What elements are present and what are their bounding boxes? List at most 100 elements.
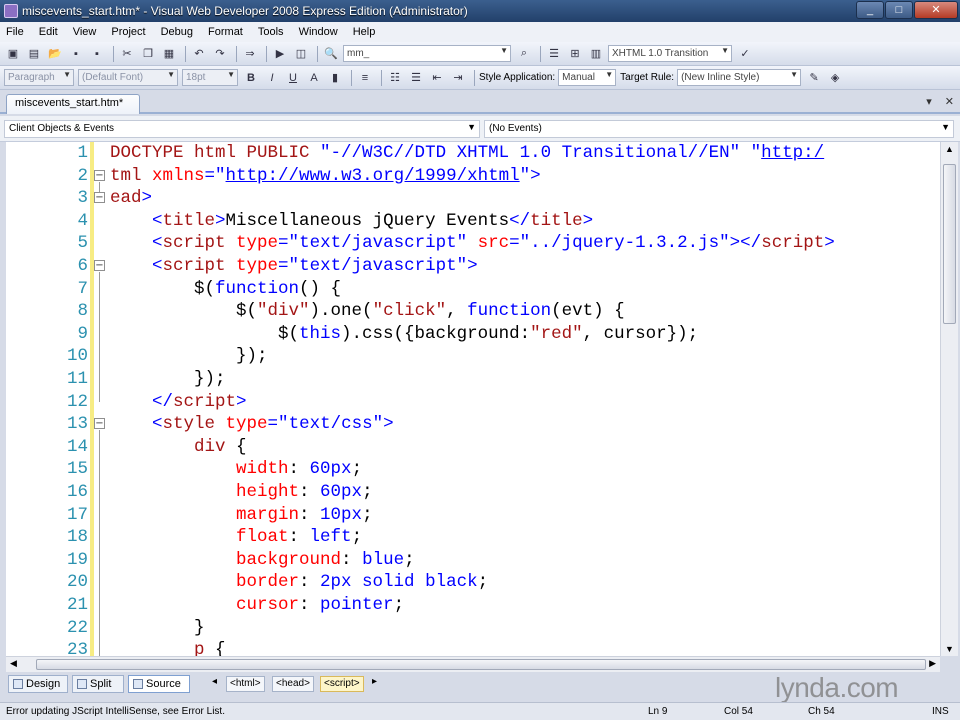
- menu-format[interactable]: Format: [208, 26, 243, 38]
- doctype-combo[interactable]: XHTML 1.0 Transition ▼: [608, 45, 732, 62]
- collapse-icon[interactable]: −: [94, 418, 105, 430]
- code-line[interactable]: 22 }: [6, 617, 944, 640]
- line-number: 1: [77, 143, 88, 163]
- scroll-up-icon[interactable]: ▲: [945, 144, 954, 154]
- horizontal-scrollbar[interactable]: ◀ ▶: [6, 656, 940, 672]
- scroll-down-icon[interactable]: ▼: [945, 644, 954, 654]
- undo-icon[interactable]: ↶: [190, 46, 208, 62]
- client-objects-combo[interactable]: Client Objects & Events ▼: [4, 120, 480, 138]
- properties-icon[interactable]: ☰: [545, 46, 563, 62]
- code-line[interactable]: 18 float: left;: [6, 526, 944, 549]
- close-button[interactable]: ✕: [914, 1, 958, 19]
- code-line[interactable]: 13− <style type="text/css">: [6, 413, 944, 436]
- align-icon[interactable]: ≡: [356, 70, 374, 86]
- outdent-icon[interactable]: ⇤: [428, 70, 446, 86]
- start-debug-icon[interactable]: ▶: [271, 46, 289, 62]
- code-line[interactable]: 3− ead>: [6, 187, 944, 210]
- font-color-icon[interactable]: A: [305, 70, 323, 86]
- code-line[interactable]: 7 $(function() {: [6, 278, 944, 301]
- save-icon[interactable]: ▪: [67, 46, 85, 62]
- save-all-icon[interactable]: ▪: [88, 46, 106, 62]
- menu-debug[interactable]: Debug: [161, 26, 193, 38]
- tab-design[interactable]: Design: [8, 675, 68, 693]
- code-line[interactable]: 6− <script type="text/javascript">: [6, 255, 944, 278]
- numbered-list-icon[interactable]: ☷: [386, 70, 404, 86]
- scroll-right-icon[interactable]: ▶: [929, 658, 936, 669]
- italic-icon[interactable]: I: [263, 70, 281, 86]
- collapse-icon[interactable]: −: [94, 192, 105, 204]
- font-size-combo[interactable]: 18pt ▼: [182, 69, 238, 86]
- code-line[interactable]: 21 cursor: pointer;: [6, 594, 944, 617]
- find-in-files-icon[interactable]: ⌕: [515, 46, 533, 62]
- code-line[interactable]: 23 p {: [6, 639, 944, 656]
- close-document-icon[interactable]: ✕: [945, 96, 954, 108]
- navigate-icon[interactable]: ⇒: [241, 46, 259, 62]
- menu-window[interactable]: Window: [299, 26, 338, 38]
- menu-tools[interactable]: Tools: [258, 26, 284, 38]
- paste-icon[interactable]: ▦: [160, 46, 178, 62]
- code-line[interactable]: 8 $("div").one("click", function(evt) {: [6, 300, 944, 323]
- redo-icon[interactable]: ↷: [211, 46, 229, 62]
- menu-project[interactable]: Project: [111, 26, 145, 38]
- code-line[interactable]: 12 </script>: [6, 391, 944, 414]
- vertical-scroll-thumb[interactable]: [943, 164, 956, 324]
- breadcrumb-back-icon[interactable]: ◂: [212, 676, 217, 687]
- breadcrumb-html[interactable]: <html>: [226, 676, 265, 692]
- add-item-icon[interactable]: ▤: [25, 46, 43, 62]
- menu-file[interactable]: File: [6, 26, 24, 38]
- attach-style-icon[interactable]: ◈: [826, 70, 844, 86]
- code-line[interactable]: 1 DOCTYPE html PUBLIC "-//W3C//DTD XHTML …: [6, 142, 944, 165]
- bulleted-list-icon[interactable]: ☰: [407, 70, 425, 86]
- maximize-button[interactable]: □: [885, 1, 913, 19]
- events-combo[interactable]: (No Events) ▼: [484, 120, 954, 138]
- vertical-scrollbar[interactable]: ▲ ▼: [940, 142, 958, 656]
- toolbox-icon[interactable]: ⊞: [566, 46, 584, 62]
- menu-help[interactable]: Help: [353, 26, 376, 38]
- collapse-icon[interactable]: −: [94, 169, 105, 181]
- code-editor[interactable]: 1 DOCTYPE html PUBLIC "-//W3C//DTD XHTML …: [6, 142, 944, 656]
- tab-split[interactable]: Split: [72, 675, 124, 693]
- cut-icon[interactable]: ✂: [118, 46, 136, 62]
- tab-dropdown-icon[interactable]: ▾: [926, 96, 932, 108]
- new-style-icon[interactable]: ✎: [805, 70, 823, 86]
- code-line[interactable]: 9 $(this).css({background:"red", cursor}…: [6, 323, 944, 346]
- breadcrumb-forward-icon[interactable]: ▸: [372, 676, 377, 687]
- code-line[interactable]: 16 height: 60px;: [6, 481, 944, 504]
- scroll-left-icon[interactable]: ◀: [10, 658, 17, 669]
- code-line[interactable]: 11 });: [6, 368, 944, 391]
- target-rule-combo[interactable]: (New Inline Style) ▼: [677, 69, 802, 86]
- view-in-browser-icon[interactable]: ◫: [292, 46, 310, 62]
- code-line[interactable]: 5 <script type="text/javascript" src="..…: [6, 232, 944, 255]
- find-combo[interactable]: mm_ ▼: [343, 45, 511, 62]
- code-line[interactable]: 10 });: [6, 345, 944, 368]
- menu-view[interactable]: View: [73, 26, 97, 38]
- code-line[interactable]: 17 margin: 10px;: [6, 504, 944, 527]
- indent-icon[interactable]: ⇥: [449, 70, 467, 86]
- document-tab[interactable]: miscevents_start.htm*: [6, 94, 140, 114]
- block-format-combo[interactable]: Paragraph ▼: [4, 69, 74, 86]
- find-icon[interactable]: 🔍: [322, 46, 340, 62]
- code-line[interactable]: 2− tml xmlns="http://www.w3.org/1999/xhtm…: [6, 165, 944, 188]
- bold-icon[interactable]: B: [242, 70, 260, 86]
- highlight-icon[interactable]: ▮: [326, 70, 344, 86]
- validation-icon[interactable]: ✓: [736, 46, 754, 62]
- breadcrumb-head[interactable]: <head>: [272, 676, 314, 692]
- font-combo[interactable]: (Default Font) ▼: [78, 69, 178, 86]
- menu-edit[interactable]: Edit: [39, 26, 58, 38]
- explorer-icon[interactable]: ▥: [587, 46, 605, 62]
- underline-icon[interactable]: U: [284, 70, 302, 86]
- code-line[interactable]: 19 background: blue;: [6, 549, 944, 572]
- open-folder-icon[interactable]: 📂: [46, 46, 64, 62]
- copy-icon[interactable]: ❐: [139, 46, 157, 62]
- code-line[interactable]: 4 <title>Miscellaneous jQuery Events</ti…: [6, 210, 944, 233]
- new-project-icon[interactable]: ▣: [4, 46, 22, 62]
- code-line[interactable]: 20 border: 2px solid black;: [6, 571, 944, 594]
- style-application-combo[interactable]: Manual ▼: [558, 69, 617, 86]
- breadcrumb-script[interactable]: <script>: [320, 676, 364, 692]
- minimize-button[interactable]: _: [856, 1, 884, 19]
- horizontal-scroll-thumb[interactable]: [36, 659, 926, 670]
- code-line[interactable]: 14 div {: [6, 436, 944, 459]
- collapse-icon[interactable]: −: [94, 260, 105, 271]
- tab-source[interactable]: Source: [128, 675, 190, 693]
- code-line[interactable]: 15 width: 60px;: [6, 458, 944, 481]
